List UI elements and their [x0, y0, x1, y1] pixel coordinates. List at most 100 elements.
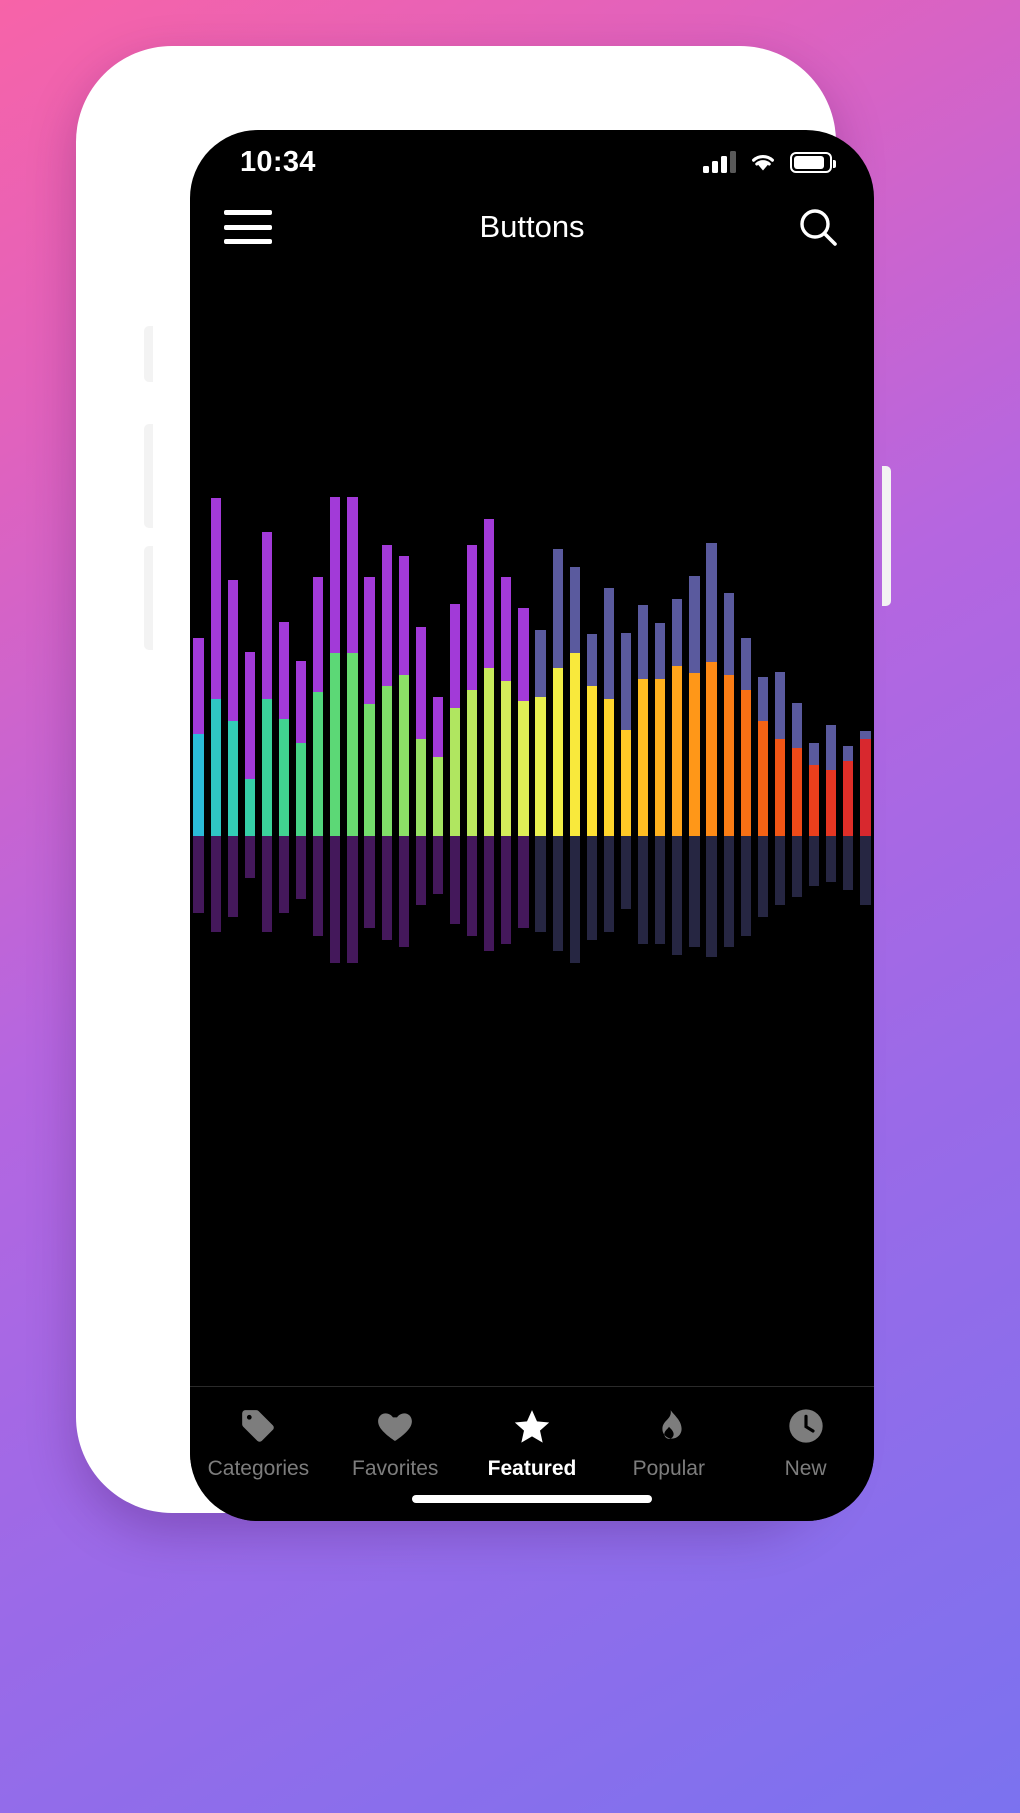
bar-reflection-body: [261, 836, 273, 932]
bar-body: [227, 721, 238, 836]
bar-reflection-body: [415, 836, 426, 906]
tab-item-featured[interactable]: Featured: [464, 1405, 601, 1481]
bar-reflection-body: [689, 836, 700, 948]
bar-upper: [655, 623, 666, 836]
waveform-bar: [638, 596, 649, 1076]
hamburger-menu-icon[interactable]: [224, 210, 272, 244]
bar-body: [244, 778, 255, 836]
bar-upper: [586, 633, 597, 836]
bar-reflection: [313, 836, 324, 936]
bar-peak-cap: [723, 593, 734, 675]
bar-reflection-body: [467, 836, 478, 936]
waveform-bar: [791, 596, 803, 1076]
bar-reflection-body: [518, 836, 529, 929]
tab-item-popular[interactable]: Popular: [600, 1405, 737, 1481]
waveform-bar: [467, 545, 478, 1076]
bar-reflection: [809, 836, 820, 886]
bar-reflection: [227, 836, 238, 917]
bar-reflection-body: [278, 836, 290, 913]
bar-peak-cap: [347, 496, 358, 653]
bar-reflection-body: [296, 836, 307, 900]
waveform-bar: [330, 496, 341, 1076]
heart-icon: [375, 1405, 415, 1447]
bar-peak-cap: [535, 629, 546, 697]
bar-body: [261, 699, 273, 836]
waveform-bar: [740, 596, 751, 1076]
bar-reflection: [689, 836, 700, 948]
bar-upper: [809, 743, 820, 836]
bar-peak-cap: [364, 577, 375, 704]
bar-reflection: [569, 836, 580, 963]
tab-item-categories[interactable]: Categories: [190, 1405, 327, 1481]
bar-body: [415, 738, 426, 836]
bar-peak-cap: [296, 661, 307, 744]
tab-item-favorites[interactable]: Favorites: [327, 1405, 464, 1481]
bar-upper: [843, 746, 854, 836]
bar-body: [518, 701, 529, 836]
mute-switch[interactable]: [144, 326, 153, 382]
waveform-bar: [313, 577, 324, 1076]
bar-body: [791, 747, 803, 836]
bar-peak-cap: [501, 577, 512, 682]
bar-peak-cap: [638, 604, 649, 680]
bar-upper: [449, 603, 461, 836]
bar-reflection: [791, 836, 803, 898]
bar-upper: [313, 577, 324, 836]
power-button[interactable]: [882, 466, 891, 606]
bar-reflection: [364, 836, 375, 929]
notch: [386, 130, 678, 168]
bar-body: [278, 718, 290, 836]
bar-reflection-body: [569, 836, 580, 963]
bar-reflection: [501, 836, 512, 944]
bar-body: [740, 690, 751, 836]
waveform-bar: [193, 596, 204, 1076]
bar-reflection: [347, 836, 358, 963]
bar-peak-cap: [227, 579, 238, 722]
bar-peak-cap: [689, 575, 700, 673]
waveform-visualizer[interactable]: [190, 266, 874, 1386]
bar-reflection-body: [210, 836, 221, 932]
bar-upper: [757, 676, 768, 836]
volume-down-button[interactable]: [144, 546, 153, 650]
waveform-bar: [552, 549, 563, 1076]
search-icon[interactable]: [796, 205, 840, 249]
waveform-bar: [244, 596, 255, 1076]
bar-reflection-body: [620, 836, 632, 909]
waveform-bar: [432, 596, 444, 1076]
bar-upper: [672, 599, 683, 836]
bar-reflection-body: [313, 836, 324, 936]
tab-item-new[interactable]: New: [737, 1405, 874, 1481]
bar-reflection: [860, 836, 871, 906]
bar-reflection-body: [809, 836, 820, 886]
waveform-bar: [672, 596, 683, 1076]
bar-reflection: [603, 836, 615, 932]
bar-upper: [210, 498, 221, 836]
bar-upper: [552, 549, 563, 836]
bar-reflection-body: [774, 836, 786, 906]
bar-reflection-body: [603, 836, 615, 932]
bar-upper: [569, 567, 580, 836]
bar-reflection: [296, 836, 307, 900]
waveform-bar: [210, 498, 221, 1076]
bar-upper: [193, 637, 204, 836]
bar-reflection: [757, 836, 768, 917]
waveform-bar: [620, 596, 632, 1076]
bar-upper: [774, 671, 786, 836]
waveform-bar: [484, 519, 495, 1076]
waveform-bar: [381, 544, 392, 1076]
home-indicator[interactable]: [412, 1495, 652, 1503]
tab-label: Categories: [207, 1457, 310, 1480]
bar-reflection-body: [586, 836, 597, 940]
bar-upper: [689, 575, 700, 836]
bar-reflection-body: [193, 836, 204, 913]
waveform-bar: [706, 542, 717, 1076]
waveform-bar: [809, 596, 820, 1076]
star-icon: [512, 1405, 552, 1447]
bar-peak-cap: [415, 627, 426, 739]
bar-peak-cap: [860, 731, 871, 739]
volume-up-button[interactable]: [144, 424, 153, 528]
bar-reflection: [535, 836, 546, 932]
bar-reflection: [467, 836, 478, 936]
bar-peak-cap: [398, 555, 409, 675]
bar-body: [449, 707, 461, 836]
